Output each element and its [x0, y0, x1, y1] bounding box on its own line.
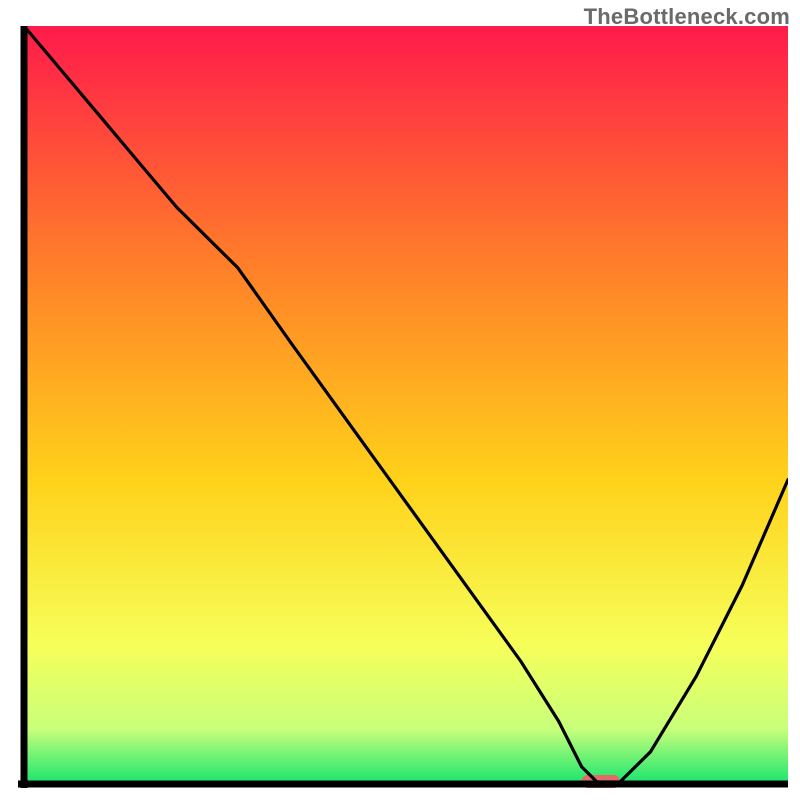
bottleneck-chart	[18, 26, 788, 788]
plot-area	[18, 26, 788, 788]
chart-container: TheBottleneck.com	[0, 0, 800, 800]
gradient-background	[24, 26, 788, 782]
